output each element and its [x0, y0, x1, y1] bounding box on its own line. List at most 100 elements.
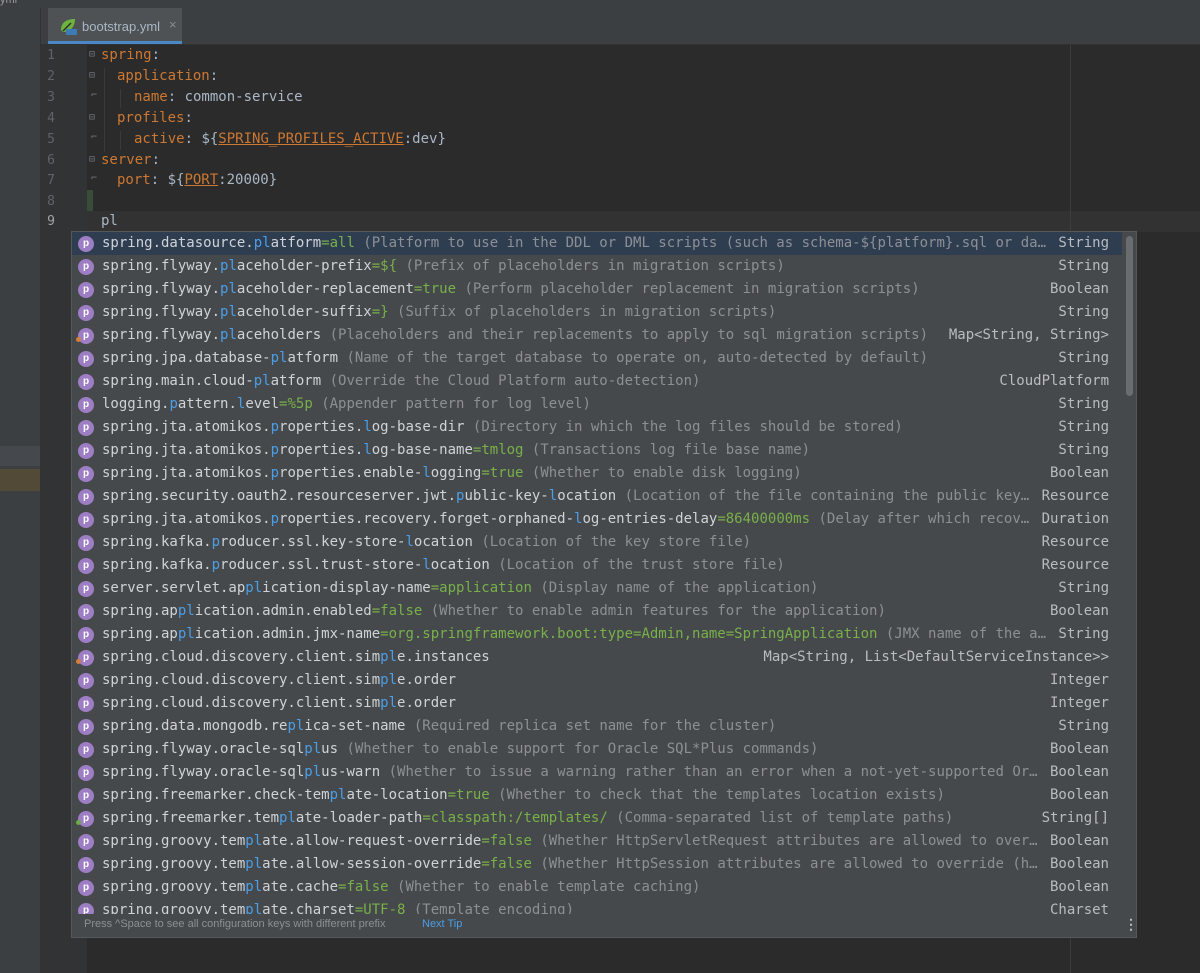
fold-marker-icon[interactable]: ⊟	[89, 154, 95, 165]
item-key-suffix: attern.	[177, 396, 237, 412]
completion-item[interactable]: p spring.flyway.placeholders (Placeholder…	[72, 324, 1122, 347]
item-description: (Location of the trust store file)	[489, 557, 785, 573]
completion-item-text: spring.datasource.platform=all (Platform…	[102, 235, 1046, 251]
item-key-prefix: spring.flyway.	[102, 304, 221, 320]
completion-item-text: spring.flyway.oracle-sqlplus (Whether to…	[102, 741, 818, 757]
fold-marker-icon[interactable]: ⊟	[89, 49, 95, 60]
yaml-separator: :	[184, 131, 202, 147]
item-description: (Whether to enable template caching)	[388, 879, 701, 895]
completion-item[interactable]: p spring.data.mongodb.replica-set-name (R…	[72, 715, 1122, 738]
item-key-suffix: roperties.	[279, 442, 364, 458]
item-key-prefix: spring.flyway.	[102, 281, 221, 297]
completion-item[interactable]: p spring.application.admin.enabled=false …	[72, 600, 1122, 623]
item-type: Integer	[1049, 695, 1109, 711]
completion-item[interactable]: p spring.jta.atomikos.properties.enable-l…	[72, 462, 1122, 485]
item-type: Resource	[1041, 534, 1109, 550]
completion-scrollbar[interactable]	[1126, 236, 1133, 396]
fold-end-icon[interactable]: ⌐	[91, 173, 97, 184]
line-number: 6	[47, 153, 55, 168]
completion-item-text: spring.application.admin.enabled=false (…	[102, 603, 886, 619]
item-key-suffix: ate-location	[346, 787, 448, 803]
completion-item[interactable]: p spring.main.cloud-platform (Override th…	[72, 370, 1122, 393]
completion-item[interactable]: p spring.flyway.placeholder-prefix=${ (Pr…	[72, 255, 1122, 278]
completion-item[interactable]: p spring.flyway.oracle-sqlplus (Whether t…	[72, 738, 1122, 761]
completion-item-text: spring.main.cloud-platform (Override the…	[102, 373, 700, 389]
item-description: (Location of the file containing the pub…	[616, 488, 1030, 504]
completion-item-text: spring.groovy.template.cache=false (Whet…	[102, 879, 700, 895]
completion-item[interactable]: p spring.datasource.platform=all (Platfor…	[72, 232, 1122, 255]
item-status-dot	[76, 337, 81, 342]
completion-item[interactable]: p spring.jta.atomikos.properties.recovery…	[72, 508, 1122, 531]
item-key-match: p	[169, 396, 178, 412]
more-options-icon[interactable]: ⋮	[1124, 916, 1136, 933]
completion-item[interactable]: p spring.groovy.template.allow-request-ov…	[72, 830, 1122, 853]
completion-item[interactable]: p spring.cloud.discovery.client.simple.or…	[72, 669, 1122, 692]
item-description: (Required replica set name for the clust…	[405, 718, 777, 734]
completion-item[interactable]: p spring.cloud.discovery.client.simple.in…	[72, 646, 1122, 669]
typed-text: pl	[101, 213, 118, 229]
item-key-match: pl	[380, 672, 398, 688]
completion-item[interactable]: p spring.kafka.producer.ssl.key-store-loc…	[72, 531, 1122, 554]
completion-item[interactable]: p spring.flyway.oracle-sqlplus-warn (Whet…	[72, 761, 1122, 784]
item-default-value: =${	[371, 258, 398, 274]
completion-item[interactable]: p logging.pattern.level=%5p (Appender pat…	[72, 393, 1122, 416]
item-description: (Comma-separated list of template paths)	[607, 810, 954, 826]
item-description: (Platform to use in the DDL or DML scrip…	[354, 235, 1047, 251]
completion-popup[interactable]: p spring.datasource.platform=all (Platfor…	[71, 231, 1137, 938]
completion-item[interactable]: p spring.jta.atomikos.properties.log-base…	[72, 439, 1122, 462]
property-icon: p	[78, 581, 94, 597]
project-panel-row-highlight[interactable]	[0, 446, 40, 466]
item-key-prefix: spring.flyway.oracle-sql	[102, 764, 305, 780]
completion-item[interactable]: p spring.flyway.placeholder-suffix=} (Suf…	[72, 301, 1122, 324]
item-type: Boolean	[1049, 281, 1109, 297]
item-default-value: =classpath:/templates/	[422, 810, 608, 826]
project-panel-row-selected[interactable]	[0, 469, 40, 491]
completion-item[interactable]: p spring.freemarker.check-template-locati…	[72, 784, 1122, 807]
completion-item[interactable]: p spring.kafka.producer.ssl.trust-store-l…	[72, 554, 1122, 577]
item-key-suffix: aceholder-prefix	[236, 258, 372, 274]
line-number: 1	[47, 48, 55, 63]
item-key-prefix: spring.data.mongodb.re	[102, 718, 288, 734]
fold-end-icon[interactable]: ⌐	[91, 90, 97, 101]
completion-item[interactable]: p spring.cloud.discovery.client.simple.or…	[72, 692, 1122, 715]
item-key-match: l	[405, 534, 414, 550]
indent-guide	[120, 131, 121, 150]
fold-marker-icon[interactable]: ⊟	[89, 70, 95, 81]
item-key-suffix: aceholder-replacement	[236, 281, 414, 297]
project-tool-panel[interactable]	[0, 8, 41, 973]
tab-close-icon[interactable]: ×	[169, 17, 177, 32]
item-key-suffix: og-base-dir	[371, 419, 465, 435]
item-key-prefix: spring.flyway.	[102, 327, 221, 343]
item-key-suffix: aceholder-suffix	[236, 304, 372, 320]
item-key-match: l	[548, 488, 558, 504]
tab-bootstrap-yml[interactable]: bootstrap.yml ×	[48, 8, 182, 44]
item-description: (Display name of the application)	[531, 580, 819, 596]
item-default-value: =org.springframework.boot:type=Admin,nam…	[380, 626, 878, 642]
completion-item[interactable]: p server.servlet.application-display-name…	[72, 577, 1122, 600]
completion-item[interactable]: p spring.flyway.placeholder-replacement=t…	[72, 278, 1122, 301]
line-number: 7	[47, 173, 55, 188]
property-icon: p	[78, 259, 94, 275]
completion-item[interactable]: p spring.application.admin.jmx-name=org.s…	[72, 623, 1122, 646]
property-icon: p	[78, 719, 94, 735]
completion-item[interactable]: p spring.freemarker.template-loader-path=…	[72, 807, 1122, 830]
item-key-suffix: roducer.ssl.trust-store-	[220, 557, 423, 573]
item-key-match: p	[270, 419, 280, 435]
item-default-value: =false	[481, 856, 532, 872]
fold-end-icon[interactable]: ⌐	[91, 132, 97, 143]
fold-marker-icon[interactable]: ⊟	[89, 112, 95, 123]
item-default-value: =}	[371, 304, 389, 320]
completion-item[interactable]: p spring.jpa.database-platform (Name of t…	[72, 347, 1122, 370]
completion-item-text: spring.groovy.template.allow-session-ove…	[102, 856, 1038, 872]
completion-item[interactable]: p spring.groovy.template.allow-session-ov…	[72, 853, 1122, 876]
completion-item[interactable]: p spring.security.oauth2.resourceserver.j…	[72, 485, 1122, 508]
item-key-suffix: aceholders	[236, 327, 322, 343]
item-key-match: l	[363, 419, 372, 435]
item-key-match: pl	[253, 373, 271, 389]
completion-item[interactable]: p spring.jta.atomikos.properties.log-base…	[72, 416, 1122, 439]
next-tip-link[interactable]: Next Tip	[422, 918, 462, 930]
item-key-match: pl	[380, 695, 398, 711]
completion-item[interactable]: p spring.groovy.template.cache=false (Whe…	[72, 876, 1122, 899]
line-number: 9	[47, 214, 55, 229]
item-key-match: pl	[270, 350, 288, 366]
